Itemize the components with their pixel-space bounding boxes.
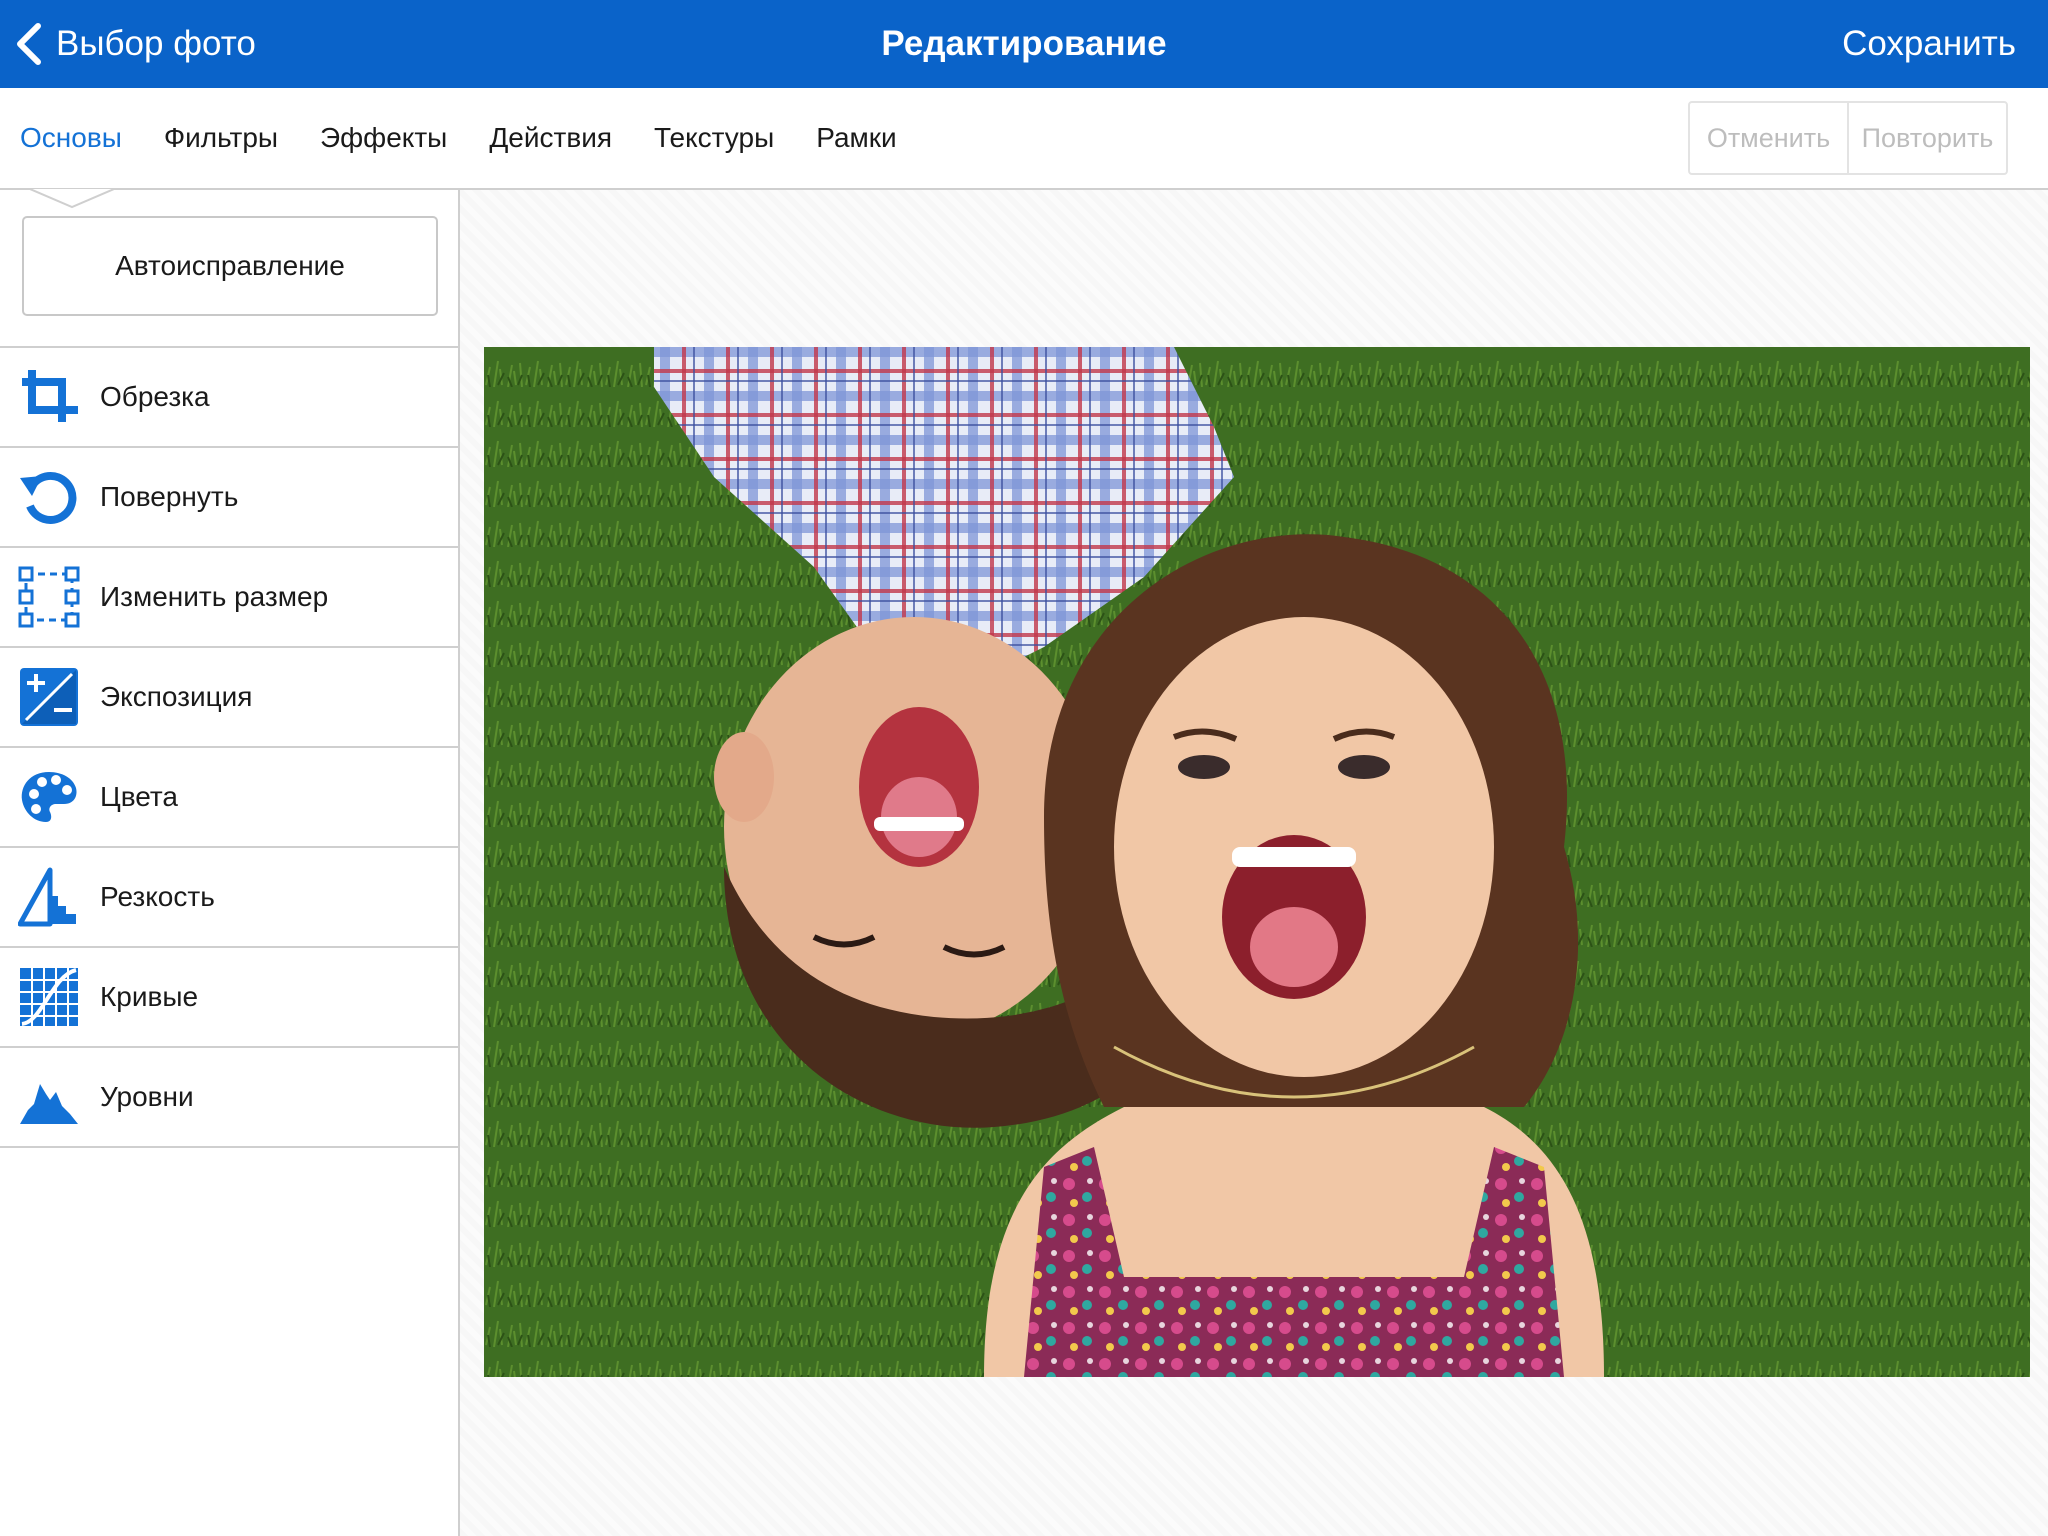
tab-frames[interactable]: Рамки (816, 122, 896, 154)
exposure-icon (18, 666, 80, 728)
crop-icon (18, 366, 80, 428)
tool-label: Обрезка (100, 381, 210, 412)
back-button[interactable]: Выбор фото (14, 0, 256, 88)
sharpness-icon (18, 866, 80, 928)
undo-redo-group: Отменить Повторить (1688, 101, 2008, 175)
tool-crop[interactable]: Обрезка (0, 348, 458, 448)
photo-image (484, 347, 2030, 1377)
tool-exposure[interactable]: Экспозиция (0, 648, 458, 748)
tool-colors[interactable]: Цвета (0, 748, 458, 848)
tool-label: Кривые (100, 981, 199, 1012)
rotate-icon (18, 466, 80, 528)
top-navigation-bar: Выбор фото Редактирование Сохранить (0, 0, 2048, 88)
back-button-label: Выбор фото (56, 24, 256, 63)
tab-actions[interactable]: Действия (489, 122, 612, 154)
tool-label: Экспозиция (100, 681, 253, 712)
tab-basics[interactable]: Основы (20, 122, 122, 154)
tool-curves[interactable]: Кривые (0, 948, 458, 1048)
chevron-left-icon (17, 23, 41, 65)
tool-label: Резкость (100, 881, 215, 912)
active-tab-pointer (30, 189, 114, 209)
tab-filters[interactable]: Фильтры (164, 122, 278, 154)
tool-levels[interactable]: Уровни (0, 1048, 458, 1148)
undo-button[interactable]: Отменить (1690, 103, 1847, 173)
tab-textures[interactable]: Текстуры (654, 122, 774, 154)
resize-icon (18, 566, 80, 628)
tool-label: Изменить размер (100, 581, 329, 612)
levels-icon (18, 1066, 80, 1128)
tab-effects[interactable]: Эффекты (320, 122, 447, 154)
tool-label: Уровни (100, 1081, 194, 1112)
tool-list: Обрезка Повернуть Изменить размер Экспоз… (0, 348, 458, 1148)
palette-icon (18, 766, 80, 828)
tool-resize[interactable]: Изменить размер (0, 548, 458, 648)
tool-rotate[interactable]: Повернуть (0, 448, 458, 548)
curves-icon (18, 966, 80, 1028)
editing-canvas (460, 190, 2048, 1536)
auto-fix-button[interactable]: Автоисправление (22, 216, 438, 316)
tools-panel: Автоисправление Обрезка Повернуть Измени… (0, 190, 460, 1536)
page-title: Редактирование (881, 24, 1167, 63)
tab-list: Основы Фильтры Эффекты Действия Текстуры… (20, 88, 939, 188)
tool-sharpness[interactable]: Резкость (0, 848, 458, 948)
auto-fix-section: Автоисправление (0, 190, 458, 348)
tool-label: Цвета (100, 781, 178, 812)
tool-label: Повернуть (100, 481, 239, 512)
photo-preview[interactable] (484, 347, 2030, 1377)
save-button[interactable]: Сохранить (1842, 0, 2016, 88)
redo-button[interactable]: Повторить (1847, 103, 2006, 173)
